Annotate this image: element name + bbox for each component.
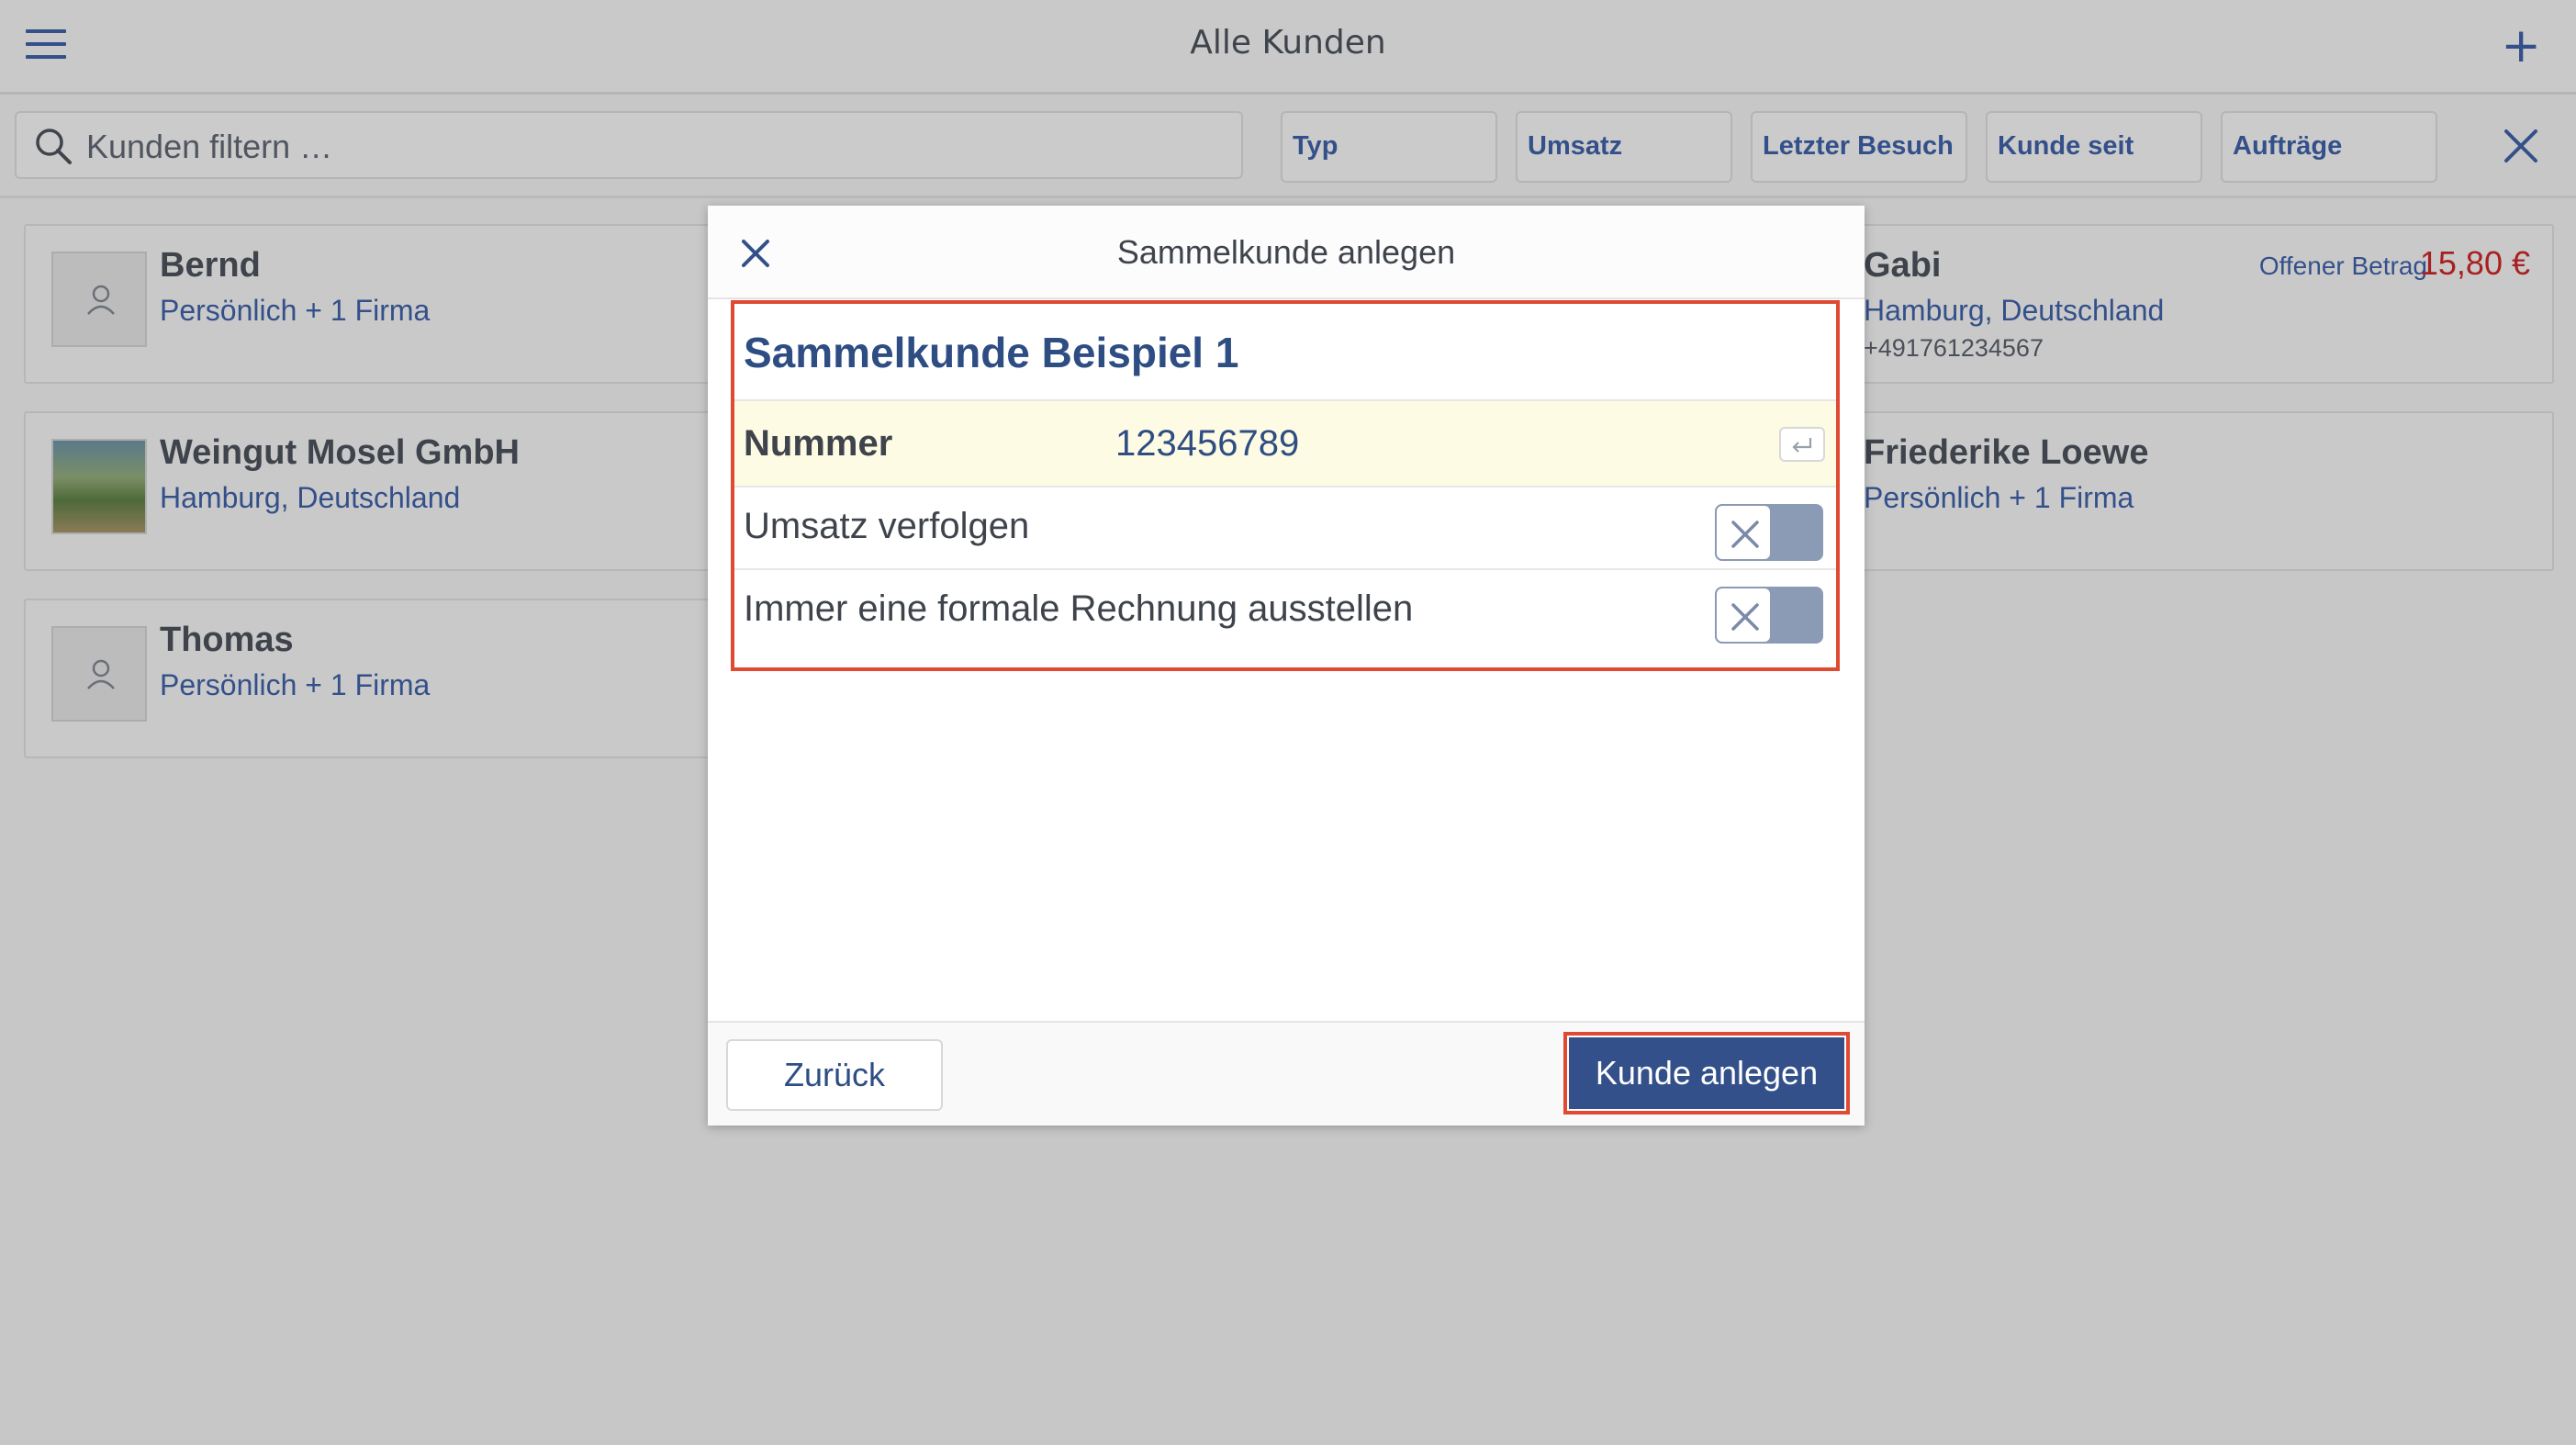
create-group-customer-dialog: Sammelkunde anlegen Sammelkunde Beispiel…	[708, 206, 1865, 1126]
person-icon	[51, 252, 147, 347]
dialog-footer: Zurück Kunde anlegen	[708, 1021, 1865, 1126]
track-sales-row: Umsatz verfolgen	[734, 487, 1836, 570]
filter-chip-revenue[interactable]: Umsatz	[1516, 111, 1732, 183]
filter-chip-orders[interactable]: Aufträge	[2221, 111, 2437, 183]
customer-card[interactable]: Bernd Persönlich + 1 Firma	[24, 224, 722, 384]
customer-phone: +491761234567	[1864, 334, 2044, 362]
search-icon	[36, 129, 72, 164]
formal-invoice-toggle[interactable]	[1715, 587, 1823, 644]
dialog-title: Sammelkunde anlegen	[1116, 233, 1456, 271]
search-input[interactable]: Kunden filtern …	[15, 111, 1243, 179]
filter-chip-customer-since[interactable]: Kunde seit	[1986, 111, 2202, 183]
customer-name: Friederike Loewe	[1864, 433, 2149, 472]
formal-invoice-label: Immer eine formale Rechnung ausstellen	[744, 588, 1414, 629]
back-button[interactable]: Zurück	[726, 1039, 943, 1111]
customer-name: Thomas	[160, 621, 294, 659]
top-bar: Alle Kunden +	[0, 0, 2576, 95]
dialog-header: Sammelkunde anlegen	[708, 206, 1865, 299]
form-highlight-box: Sammelkunde Beispiel 1 Nummer 123456789 …	[731, 300, 1840, 671]
customer-name: Weingut Mosel GmbH	[160, 433, 520, 472]
search-placeholder: Kunden filtern …	[86, 128, 333, 165]
formal-invoice-row: Immer eine formale Rechnung ausstellen	[734, 570, 1836, 653]
filter-chip-last-visit[interactable]: Letzter Besuch	[1751, 111, 1967, 183]
toggle-off-icon	[1715, 587, 1772, 644]
customer-card[interactable]: Thomas Persönlich + 1 Firma	[24, 599, 722, 758]
track-sales-toggle[interactable]	[1715, 504, 1823, 561]
customer-photo	[51, 439, 147, 534]
customer-subtitle: Hamburg, Deutschland	[1864, 294, 2165, 327]
toggle-off-icon	[1715, 504, 1772, 561]
number-field[interactable]: Nummer 123456789	[734, 399, 1836, 487]
number-value[interactable]: 123456789	[1115, 423, 1299, 465]
create-customer-button[interactable]: Kunde anlegen	[1569, 1037, 1844, 1109]
clear-filter-icon[interactable]	[2503, 128, 2539, 164]
customer-subtitle: Hamburg, Deutschland	[160, 481, 461, 514]
open-amount-label: Offener Betrag	[2258, 252, 2427, 280]
return-key-icon[interactable]	[1779, 427, 1825, 462]
person-icon	[51, 626, 147, 722]
customer-subtitle: Persönlich + 1 Firma	[160, 294, 431, 327]
customer-subtitle: Persönlich + 1 Firma	[160, 668, 431, 701]
filter-bar: Kunden filtern … Typ Umsatz Letzter Besu…	[0, 95, 2576, 198]
add-customer-icon[interactable]: +	[2501, 18, 2541, 73]
page-title: Alle Kunden	[1190, 24, 1386, 62]
filter-chip-type[interactable]: Typ	[1281, 111, 1497, 183]
customer-card[interactable]: Weingut Mosel GmbH Hamburg, Deutschland	[24, 411, 722, 571]
customer-name: Bernd	[160, 246, 261, 285]
number-label: Nummer	[744, 423, 893, 464]
create-button-highlight: Kunde anlegen	[1563, 1032, 1850, 1115]
open-amount-value: 15,80 €	[2419, 244, 2530, 282]
group-customer-name[interactable]: Sammelkunde Beispiel 1	[744, 328, 1238, 377]
customer-subtitle: Persönlich + 1 Firma	[1864, 481, 2134, 514]
customer-name: Gabi	[1864, 246, 1942, 285]
track-sales-label: Umsatz verfolgen	[744, 506, 1030, 546]
